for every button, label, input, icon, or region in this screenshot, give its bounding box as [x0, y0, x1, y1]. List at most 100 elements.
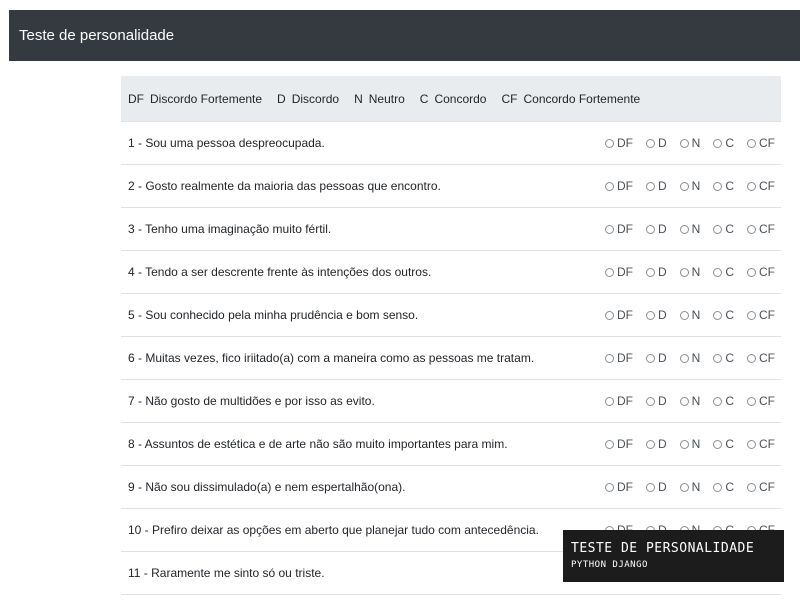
- question-row: 5 - Sou conhecido pela minha prudência e…: [121, 294, 781, 337]
- radio-option-c[interactable]: C: [713, 308, 734, 322]
- radio-circle-icon[interactable]: [747, 353, 756, 363]
- radio-circle-icon[interactable]: [604, 138, 614, 148]
- radio-option-d[interactable]: D: [645, 308, 667, 322]
- radio-option-c[interactable]: C: [713, 351, 734, 365]
- radio-circle-icon[interactable]: [645, 181, 655, 191]
- radio-option-cf[interactable]: CF: [747, 222, 775, 236]
- radio-option-c[interactable]: C: [713, 480, 734, 494]
- radio-circle-icon[interactable]: [645, 396, 655, 406]
- question-text: 4 - Tendo a ser descrente frente às inte…: [128, 265, 432, 279]
- radio-circle-icon[interactable]: [713, 224, 723, 234]
- radio-circle-icon[interactable]: [604, 224, 614, 234]
- radio-circle-icon[interactable]: [604, 310, 614, 320]
- radio-option-c[interactable]: C: [713, 265, 734, 279]
- radio-circle-icon[interactable]: [604, 267, 614, 277]
- radio-circle-icon[interactable]: [747, 224, 756, 234]
- radio-option-df[interactable]: DF: [604, 437, 633, 451]
- radio-circle-icon[interactable]: [747, 267, 756, 277]
- radio-circle-icon[interactable]: [747, 310, 756, 320]
- radio-circle-icon[interactable]: [747, 396, 756, 406]
- radio-option-df[interactable]: DF: [604, 222, 633, 236]
- radio-option-n[interactable]: N: [679, 480, 700, 494]
- question-row: 9 - Não sou dissimulado(a) e nem esperta…: [121, 466, 781, 509]
- radio-option-d[interactable]: D: [645, 480, 667, 494]
- radio-circle-icon[interactable]: [713, 181, 723, 191]
- radio-circle-icon[interactable]: [604, 482, 614, 492]
- radio-circle-icon[interactable]: [713, 267, 723, 277]
- radio-circle-icon[interactable]: [604, 181, 614, 191]
- question-row: 1 - Sou uma pessoa despreocupada. DF D N C CF: [121, 122, 781, 165]
- radio-option-n[interactable]: N: [679, 136, 700, 150]
- navbar-brand[interactable]: Teste de personalidade: [9, 27, 174, 44]
- radio-option-df[interactable]: DF: [604, 179, 633, 193]
- radio-circle-icon[interactable]: [645, 439, 655, 449]
- radio-circle-icon[interactable]: [713, 310, 723, 320]
- radio-circle-icon[interactable]: [679, 267, 689, 277]
- radio-circle-icon[interactable]: [604, 439, 614, 449]
- radio-circle-icon[interactable]: [747, 181, 756, 191]
- radio-circle-icon[interactable]: [713, 396, 723, 406]
- radio-option-cf[interactable]: CF: [747, 179, 775, 193]
- radio-option-d[interactable]: D: [645, 265, 667, 279]
- radio-option-df[interactable]: DF: [604, 394, 633, 408]
- radio-circle-icon[interactable]: [679, 396, 689, 406]
- radio-circle-icon[interactable]: [747, 482, 756, 492]
- radio-option-d[interactable]: D: [645, 394, 667, 408]
- radio-option-label: DF: [616, 179, 633, 193]
- radio-option-c[interactable]: C: [713, 179, 734, 193]
- radio-circle-icon[interactable]: [679, 224, 689, 234]
- radio-option-n[interactable]: N: [679, 222, 700, 236]
- radio-option-cf[interactable]: CF: [747, 351, 775, 365]
- radio-option-n[interactable]: N: [679, 308, 700, 322]
- radio-option-d[interactable]: D: [645, 437, 667, 451]
- radio-option-df[interactable]: DF: [604, 351, 633, 365]
- radio-circle-icon[interactable]: [679, 482, 689, 492]
- radio-circle-icon[interactable]: [713, 138, 723, 148]
- radio-circle-icon[interactable]: [713, 353, 723, 363]
- radio-option-d[interactable]: D: [645, 179, 667, 193]
- radio-circle-icon[interactable]: [604, 396, 614, 406]
- radio-option-c[interactable]: C: [713, 394, 734, 408]
- radio-option-n[interactable]: N: [679, 179, 700, 193]
- radio-option-df[interactable]: DF: [604, 136, 633, 150]
- radio-circle-icon[interactable]: [747, 138, 756, 148]
- radio-option-n[interactable]: N: [679, 394, 700, 408]
- radio-circle-icon[interactable]: [679, 310, 689, 320]
- radio-circle-icon[interactable]: [645, 267, 655, 277]
- radio-option-label: C: [725, 222, 734, 236]
- radio-option-n[interactable]: N: [679, 351, 700, 365]
- radio-option-label: DF: [616, 480, 633, 494]
- radio-option-df[interactable]: DF: [604, 265, 633, 279]
- radio-option-cf[interactable]: CF: [747, 265, 775, 279]
- radio-option-d[interactable]: D: [645, 136, 667, 150]
- radio-option-n[interactable]: N: [679, 265, 700, 279]
- radio-option-n[interactable]: N: [679, 437, 700, 451]
- radio-circle-icon[interactable]: [679, 138, 689, 148]
- question-text: 8 - Assuntos de estética e de arte não s…: [128, 437, 508, 451]
- radio-option-cf[interactable]: CF: [747, 480, 775, 494]
- radio-option-df[interactable]: DF: [604, 480, 633, 494]
- radio-option-d[interactable]: D: [645, 351, 667, 365]
- radio-option-c[interactable]: C: [713, 222, 734, 236]
- radio-circle-icon[interactable]: [645, 353, 655, 363]
- radio-circle-icon[interactable]: [645, 138, 655, 148]
- radio-circle-icon[interactable]: [645, 482, 655, 492]
- radio-option-cf[interactable]: CF: [747, 308, 775, 322]
- radio-option-d[interactable]: D: [645, 222, 667, 236]
- radio-circle-icon[interactable]: [713, 482, 723, 492]
- radio-circle-icon[interactable]: [604, 353, 614, 363]
- radio-circle-icon[interactable]: [679, 439, 689, 449]
- radio-option-cf[interactable]: CF: [747, 394, 775, 408]
- radio-option-c[interactable]: C: [713, 136, 734, 150]
- radio-option-cf[interactable]: CF: [747, 437, 775, 451]
- radio-option-cf[interactable]: CF: [747, 136, 775, 150]
- radio-circle-icon[interactable]: [679, 353, 689, 363]
- radio-circle-icon[interactable]: [645, 224, 655, 234]
- radio-option-df[interactable]: DF: [604, 308, 633, 322]
- radio-circle-icon[interactable]: [747, 439, 756, 449]
- radio-option-label: CF: [759, 394, 775, 408]
- radio-circle-icon[interactable]: [645, 310, 655, 320]
- radio-option-c[interactable]: C: [713, 437, 734, 451]
- radio-circle-icon[interactable]: [679, 181, 689, 191]
- radio-circle-icon[interactable]: [713, 439, 723, 449]
